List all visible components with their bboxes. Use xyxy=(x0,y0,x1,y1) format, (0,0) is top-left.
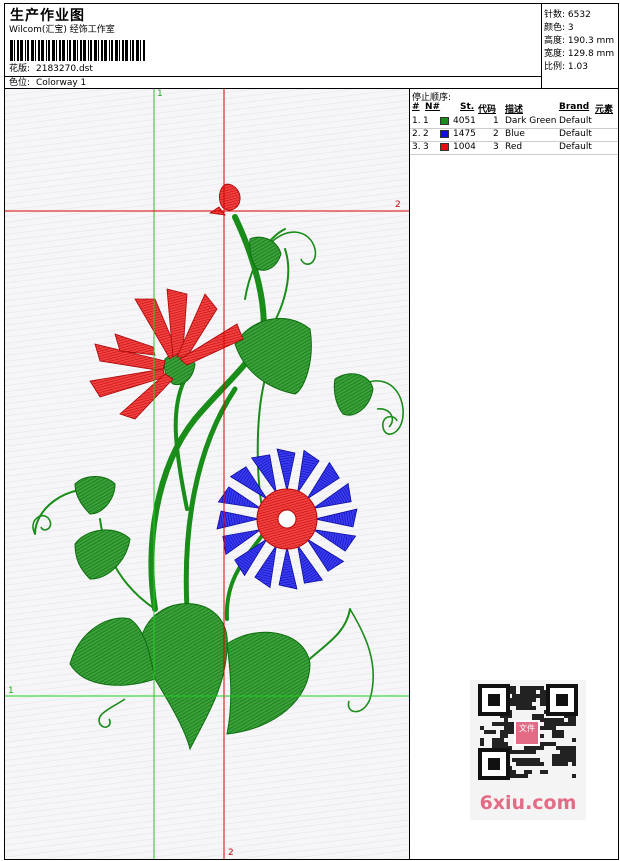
leaf-upper-right xyxy=(234,317,312,395)
design-filename: 2183270.dst xyxy=(36,64,93,74)
stat-height: 高度: 190.3 mm xyxy=(544,36,615,46)
embroidery-design xyxy=(5,89,409,859)
stat-width-value: 129.8 mm xyxy=(567,49,615,59)
stat-colors: 颜色: 3 xyxy=(544,23,574,33)
red-flower xyxy=(89,288,244,420)
flower-center-hole xyxy=(277,509,297,529)
col-header-element: 元素 xyxy=(595,105,614,115)
guide-h2-label: 2 xyxy=(395,200,401,210)
header-subtitle: Wilcom(汇宝) 经饰工作室 xyxy=(9,25,115,35)
barcode-image xyxy=(10,40,145,61)
stat-stitches: 针数: 6532 xyxy=(544,10,591,20)
guide-v1-label: 1 xyxy=(157,89,163,99)
color-swatch-dark-green xyxy=(440,117,449,125)
red-bud xyxy=(208,183,241,216)
qr-badge: 文件 xyxy=(514,720,540,746)
watermark-text: 6xiu.com xyxy=(479,792,577,814)
color-swatch-blue xyxy=(440,130,449,138)
stat-stitches-value: 6532 xyxy=(567,10,591,20)
col-header-needle: N# xyxy=(425,102,441,112)
col-header-code: 代码 xyxy=(478,105,497,115)
header-panel: 生产作业图 Wilcom(汇宝) 经饰工作室 花版: 2183270.dst 色… xyxy=(4,3,542,89)
leaf-mid-left xyxy=(74,529,131,580)
page-title: 生产作业图 xyxy=(10,8,85,24)
col-header-index: # xyxy=(412,102,420,112)
design-label: 花版: xyxy=(9,64,31,74)
col-header-description: 描述 xyxy=(505,105,524,115)
leaf-bud-top xyxy=(249,236,282,271)
leaf-large-left xyxy=(69,617,156,686)
stat-scale: 比例: 1.03 xyxy=(544,62,588,72)
stat-height-value: 190.3 mm xyxy=(567,36,615,46)
embroidery-canvas[interactable]: 1 2 2 1 xyxy=(4,88,410,860)
col-header-brand: Brand xyxy=(559,102,590,112)
leaf-small-left xyxy=(74,476,116,515)
col-header-stitches: St. xyxy=(460,102,475,112)
design-stats-panel: 针数: 6532 颜色: 3 高度: 190.3 mm 宽度: 129.8 mm… xyxy=(541,3,619,89)
color-swatch-red xyxy=(440,143,449,151)
leaf-large-right xyxy=(226,631,311,735)
stat-scale-value: 1.03 xyxy=(567,62,588,72)
leaf-group xyxy=(69,236,374,751)
leaf-far-right xyxy=(333,373,374,416)
stat-width: 宽度: 129.8 mm xyxy=(544,49,615,59)
guide-v2-label: 2 xyxy=(228,848,234,858)
guide-lines xyxy=(5,89,409,859)
guide-h1-label: 1 xyxy=(8,686,14,696)
stat-colors-value: 3 xyxy=(567,23,574,33)
